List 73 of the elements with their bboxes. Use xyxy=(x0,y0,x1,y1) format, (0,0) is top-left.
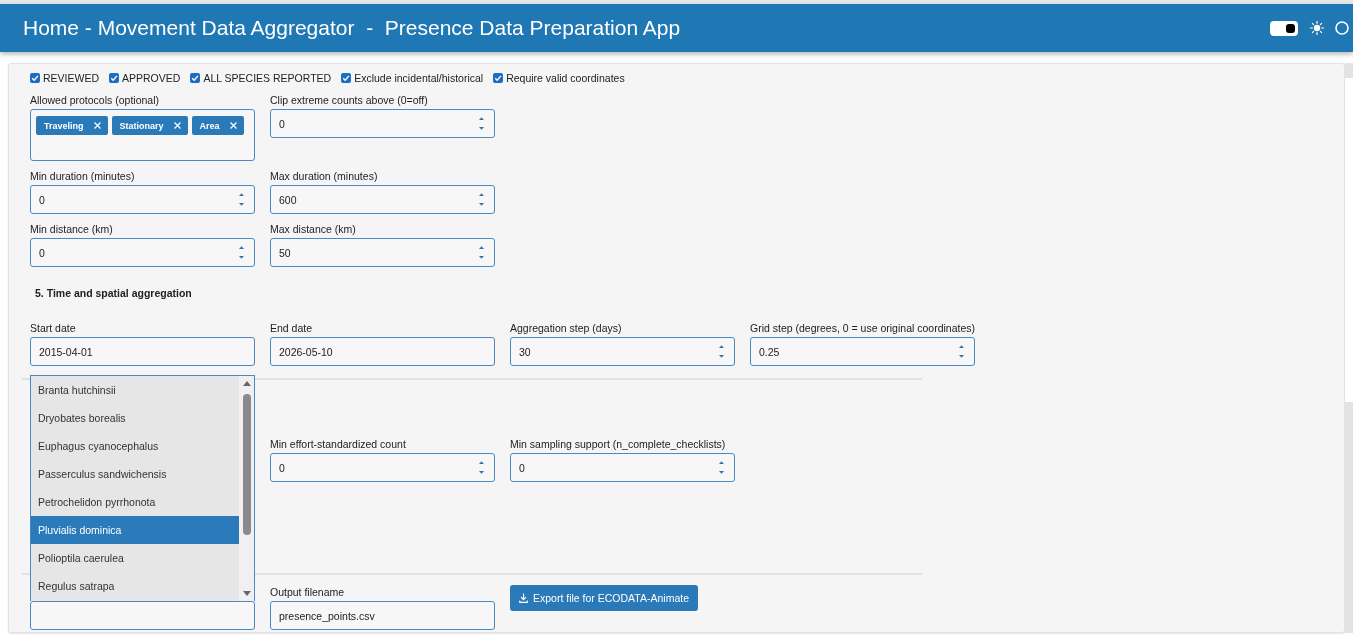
download-icon xyxy=(519,593,528,603)
spinner-icon[interactable] xyxy=(718,343,725,360)
scroll-up-icon[interactable] xyxy=(242,381,251,386)
protocol-select-field[interactable]: Traveling Stationary Area xyxy=(30,109,255,161)
close-icon[interactable] xyxy=(93,122,101,129)
protocol-name: Traveling xyxy=(44,120,84,131)
number-field[interactable]: 0 xyxy=(30,238,255,267)
theme-toggle[interactable] xyxy=(1270,20,1298,36)
dropdown-option[interactable]: Polioptila caerulea xyxy=(31,544,239,572)
close-icon[interactable] xyxy=(229,122,237,129)
scroll-down-icon[interactable] xyxy=(242,591,251,596)
checkbox-label: Exclude incidental/historical xyxy=(354,72,484,84)
spinner-icon[interactable] xyxy=(478,115,485,132)
dropdown-option[interactable]: Regulus satrapa xyxy=(31,572,239,600)
scrollbar-thumb[interactable] xyxy=(242,394,251,535)
spinner-icon[interactable] xyxy=(478,459,485,476)
checkbox[interactable] xyxy=(109,73,119,83)
number-field[interactable]: 30 xyxy=(510,337,735,366)
field-label: Min effort-standardized count xyxy=(270,437,406,451)
dropdown-option[interactable]: Passerculus sandwichensis xyxy=(31,460,239,488)
field-label: Min distance (km) xyxy=(30,222,113,236)
checkbox[interactable] xyxy=(190,73,201,83)
scrollbar-thumb[interactable] xyxy=(1345,78,1353,402)
number-field[interactable]: 0 xyxy=(270,453,495,482)
text-field[interactable]: presence_points.csv xyxy=(270,601,495,630)
spinner-icon[interactable] xyxy=(718,459,725,476)
field-label: Clip extreme counts above (0=off) xyxy=(270,93,428,107)
app-title: Home - Movement Data Aggregator - Presence Data Preparation App xyxy=(23,16,681,40)
dropdown-option[interactable]: Branta hutchinsii xyxy=(31,376,239,404)
number-field[interactable]: 0 xyxy=(270,109,495,138)
number-field[interactable]: 50 xyxy=(270,238,495,267)
field-label: Start date xyxy=(30,321,76,335)
number-field[interactable]: 0 xyxy=(30,185,255,214)
checkbox-label: APPROVED xyxy=(122,72,181,84)
export-button[interactable]: Export file for ECODATA-Animate xyxy=(510,585,698,611)
field-label: Allowed protocols (optional) xyxy=(30,93,159,107)
field-label: Max distance (km) xyxy=(270,222,356,236)
dropdown-option[interactable]: Pluvialis dominica xyxy=(31,516,239,544)
checkbox-label: REVIEWED xyxy=(43,72,99,84)
field-label: Output filename xyxy=(270,585,345,599)
species-select-field[interactable] xyxy=(30,601,255,630)
number-field[interactable]: 0.25 xyxy=(750,337,975,366)
close-icon[interactable] xyxy=(173,122,181,129)
dropdown-option[interactable]: Dryobates borealis xyxy=(31,404,239,432)
field-label: End date xyxy=(270,321,313,335)
spinner-icon[interactable] xyxy=(958,343,965,360)
protocol-name: Area xyxy=(199,120,220,131)
checkbox[interactable] xyxy=(30,73,40,83)
field-label: Min sampling support (n_complete_checklists) xyxy=(510,437,726,451)
field-label: Aggregation step (days) xyxy=(510,321,622,335)
protocol-name: Stationary xyxy=(119,120,164,131)
field-label: Grid step (degrees, 0 = use original coordinates) xyxy=(750,321,975,335)
spinner-icon[interactable] xyxy=(478,244,485,261)
page-scrollbar[interactable] xyxy=(1345,63,1353,633)
checkbox-label: ALL SPECIES REPORTED xyxy=(203,72,332,84)
dropdown-option[interactable]: Euphagus cyanocephalus xyxy=(31,432,239,460)
checkbox[interactable] xyxy=(341,73,352,83)
date-field[interactable]: 2015-04-01 xyxy=(30,337,255,366)
spinner-icon[interactable] xyxy=(478,191,485,208)
spinner-icon[interactable] xyxy=(238,244,245,261)
field-label: Max duration (minutes) xyxy=(270,169,378,183)
number-field[interactable]: 600 xyxy=(270,185,495,214)
checkbox-label: Require valid coordinates xyxy=(506,72,625,84)
date-field[interactable]: 2026-05-10 xyxy=(270,337,495,366)
checkbox[interactable] xyxy=(493,73,504,83)
circle-icon[interactable] xyxy=(1335,21,1349,35)
sun-icon[interactable] xyxy=(1310,21,1324,35)
spinner-icon[interactable] xyxy=(238,191,245,208)
list-scrollbar[interactable] xyxy=(239,376,254,601)
number-field[interactable]: 0 xyxy=(510,453,735,482)
field-label: Min duration (minutes) xyxy=(30,169,135,183)
dropdown-option[interactable]: Petrochelidon pyrrhonota xyxy=(31,488,239,516)
section-title: 5. Time and spatial aggregation xyxy=(35,286,192,300)
